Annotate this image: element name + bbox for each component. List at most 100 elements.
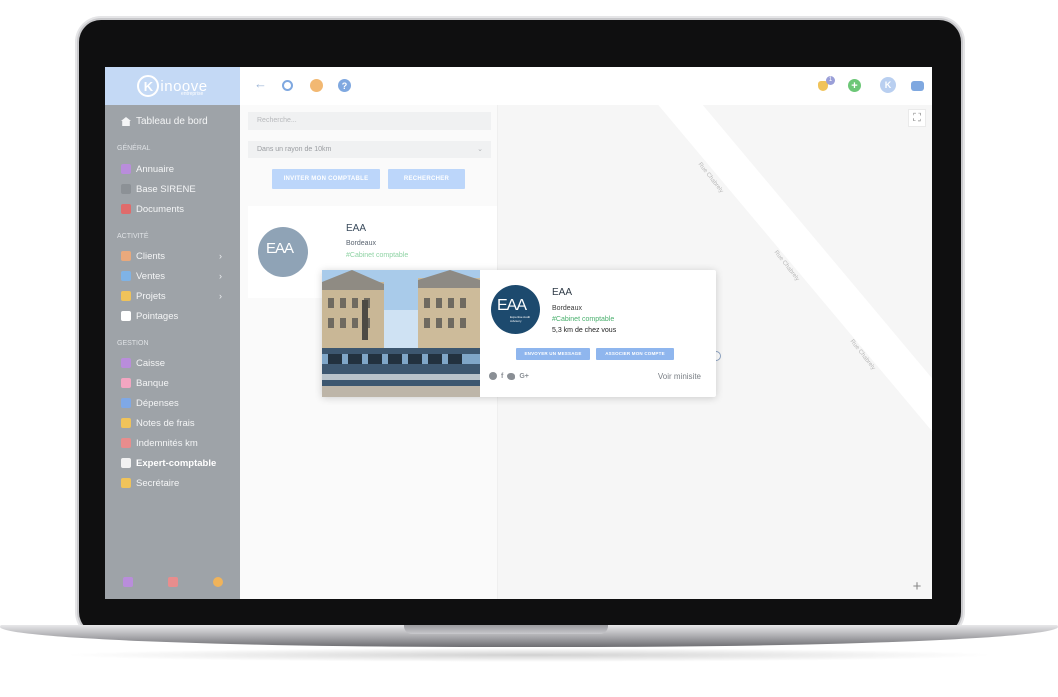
popup-distance: 5,3 km de chez vous <box>552 327 617 334</box>
twitter-icon[interactable] <box>507 372 516 380</box>
accountant-icon <box>121 458 131 468</box>
sidebar-item-label: Base SIRENE <box>136 183 196 195</box>
search-icon[interactable] <box>282 80 293 91</box>
sidebar-item-base-sirene[interactable]: Base SIRENE <box>105 179 240 199</box>
section-general: GÉNÉRAL <box>117 145 151 152</box>
logo-mark: K <box>137 75 160 97</box>
radius-value: Dans un rayon de 10km <box>257 146 332 153</box>
add-icon[interactable]: + <box>848 79 861 92</box>
avatar[interactable]: K <box>880 77 896 93</box>
sidebar-item-label: Dépenses <box>136 397 179 409</box>
sidebar-item-banque[interactable]: Banque <box>105 373 240 393</box>
sidebar-item-dashboard[interactable]: Tableau de bord <box>105 105 240 138</box>
file-icon <box>121 271 131 281</box>
book-icon <box>121 164 131 174</box>
sidebar-item-label: Tableau de bord <box>136 116 208 127</box>
sidebar-item-d-penses[interactable]: Dépenses <box>105 393 240 413</box>
search-input[interactable]: Recherche... <box>248 112 491 130</box>
handshake-icon <box>121 478 131 488</box>
result-city: Bordeaux <box>346 240 376 247</box>
sidebar-item-label: Ventes <box>136 270 166 282</box>
popup-company-name: EAA <box>552 287 573 298</box>
sidebar-item-expert-comptable[interactable]: Expert-comptable <box>105 453 240 473</box>
sidebar-item-annuaire[interactable]: Annuaire <box>105 159 240 179</box>
company-logo: EAA <box>258 227 308 277</box>
sidebar-item-label: Banque <box>136 377 169 389</box>
popup-tag[interactable]: #Cabinet comptable <box>552 316 614 323</box>
chevron-right-icon: › <box>219 251 222 261</box>
topbar: ← ? 1 + K <box>240 67 932 105</box>
invite-accountant-button[interactable]: INVITER MON COMPTABLE <box>272 169 380 189</box>
sidebar-footer <box>105 565 240 599</box>
sidebar-item-documents[interactable]: Documents <box>105 199 240 219</box>
sidebar-item-pointages[interactable]: Pointages <box>105 306 240 326</box>
zoom-in-icon[interactable]: + <box>908 577 926 595</box>
social-links: f G+ <box>489 372 529 380</box>
activity-list: Clients › Ventes › Projets › Pointages <box>105 246 240 326</box>
sidebar: K inoove entreprise Tableau de bord GÉNÉ… <box>105 67 240 599</box>
cash-register-icon <box>121 358 131 368</box>
home-icon <box>121 117 131 126</box>
radius-select[interactable]: Dans un rayon de 10km ⌄ <box>248 141 491 158</box>
sidebar-item-notes-de-frais[interactable]: Notes de frais <box>105 413 240 433</box>
gears-icon[interactable] <box>212 577 223 587</box>
folder-icon <box>121 204 131 214</box>
chevron-right-icon: › <box>219 271 222 281</box>
sidebar-item-label: Caisse <box>136 357 166 369</box>
laptop-notch <box>404 625 608 634</box>
stopwatch-icon <box>121 311 131 321</box>
sidebar-item-label: Clients <box>136 250 166 262</box>
sidebar-item-label: Projets <box>136 290 166 302</box>
facebook-icon[interactable]: f <box>501 373 503 380</box>
notification-badge: 1 <box>826 76 835 85</box>
hand-money-icon <box>121 418 131 428</box>
send-message-button[interactable]: ENVOYER UN MESSAGE <box>516 348 590 360</box>
brand-logo[interactable]: K inoove entreprise <box>105 67 240 105</box>
excel-icon[interactable] <box>167 577 178 587</box>
popup-city: Bordeaux <box>552 305 582 312</box>
company-logo: EAA Expertise Audit Advisory <box>491 285 540 334</box>
sidebar-item-indemnit-s-km[interactable]: Indemnités km <box>105 433 240 453</box>
general-list: Annuaire Base SIRENE Documents <box>105 159 240 219</box>
logo-subtitle: entreprise <box>181 91 204 97</box>
face-icon[interactable] <box>310 79 323 92</box>
sidebar-item-projets[interactable]: Projets › <box>105 286 240 306</box>
result-tag[interactable]: #Cabinet comptable <box>346 252 408 259</box>
sidebar-item-label: Notes de frais <box>136 417 195 429</box>
logo-subtitle: Expertise Audit Advisory <box>510 315 531 323</box>
sidebar-item-label: Secrétaire <box>136 477 180 489</box>
chevron-right-icon: › <box>219 291 222 301</box>
sidebar-item-label: Annuaire <box>136 163 175 175</box>
view-minisite-link[interactable]: Voir minisite <box>658 372 701 381</box>
company-photo <box>322 270 480 397</box>
car-icon <box>121 438 131 448</box>
back-arrow-icon[interactable]: ← <box>254 76 267 91</box>
logo-text: EAA <box>266 240 294 257</box>
result-name: EAA <box>346 223 367 234</box>
sidebar-item-label: Pointages <box>136 310 179 322</box>
company-popup: EAA Expertise Audit Advisory EAA Bordeau… <box>322 270 716 397</box>
globe-icon[interactable] <box>489 372 497 380</box>
google-plus-icon[interactable]: G+ <box>519 373 529 380</box>
sidebar-item-clients[interactable]: Clients › <box>105 246 240 266</box>
help-icon[interactable]: ? <box>338 79 351 92</box>
users-icon <box>121 251 131 261</box>
receipt-icon <box>121 398 131 408</box>
fullscreen-icon[interactable]: ⛶ <box>908 109 926 127</box>
calculator-icon[interactable] <box>122 577 133 587</box>
piggy-bank-icon <box>121 378 131 388</box>
search-button[interactable]: RECHERCHER <box>388 169 465 189</box>
sidebar-item-caisse[interactable]: Caisse <box>105 353 240 373</box>
sidebar-item-ventes[interactable]: Ventes › <box>105 266 240 286</box>
section-activity: ACTIVITÉ <box>117 233 149 240</box>
logo-text: EAA <box>497 297 527 314</box>
sidebar-item-label: Indemnités km <box>136 437 198 449</box>
sidebar-item-label: Expert-comptable <box>136 457 217 469</box>
associate-account-button[interactable]: ASSOCIER MON COMPTE <box>596 348 674 360</box>
app-screen: K inoove entreprise Tableau de bord GÉNÉ… <box>105 67 932 599</box>
section-management: GESTION <box>117 340 149 347</box>
blocks-icon <box>121 291 131 301</box>
sidebar-item-secr-taire[interactable]: Secrétaire <box>105 473 240 493</box>
chat-icon[interactable] <box>911 81 924 91</box>
bordeaux-photo <box>322 270 480 397</box>
